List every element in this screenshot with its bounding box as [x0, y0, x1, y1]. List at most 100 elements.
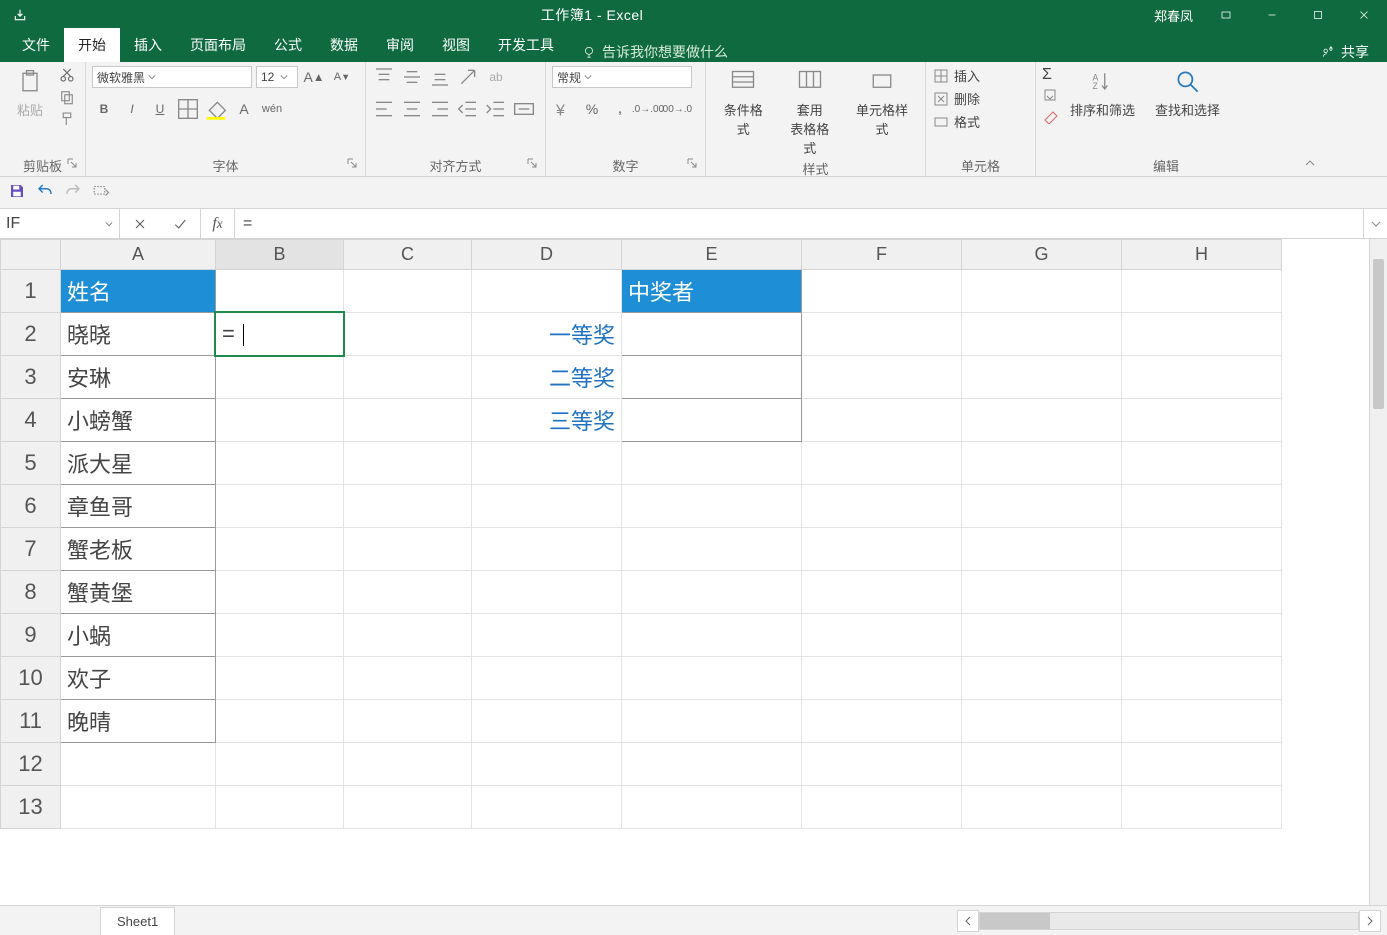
column-header[interactable]: E — [622, 240, 802, 270]
cell[interactable] — [962, 356, 1122, 399]
dialog-launcher-icon[interactable] — [347, 158, 357, 168]
copy-icon[interactable] — [58, 88, 76, 106]
cell[interactable] — [344, 356, 472, 399]
cell[interactable] — [216, 743, 344, 786]
name-box[interactable]: IF — [0, 209, 120, 238]
cell[interactable] — [802, 442, 962, 485]
row-header[interactable]: 7 — [1, 528, 61, 571]
accept-formula-icon[interactable] — [160, 216, 200, 232]
cell[interactable] — [962, 528, 1122, 571]
cut-icon[interactable] — [58, 66, 76, 84]
cell[interactable] — [344, 528, 472, 571]
cell[interactable]: 蟹黄堡 — [61, 571, 216, 614]
delete-cells-button[interactable]: 删除 — [932, 89, 980, 108]
cell[interactable] — [622, 356, 802, 399]
format-painter-icon[interactable] — [58, 110, 76, 128]
percent-icon[interactable]: % — [580, 98, 604, 120]
column-header[interactable]: H — [1122, 240, 1282, 270]
row-header[interactable]: 11 — [1, 700, 61, 743]
cell[interactable] — [1122, 399, 1282, 442]
cell[interactable] — [962, 270, 1122, 313]
accounting-icon[interactable]: ¥ — [552, 98, 576, 120]
cell[interactable] — [962, 614, 1122, 657]
row-header[interactable]: 3 — [1, 356, 61, 399]
cell[interactable]: 晓晓 — [61, 313, 216, 356]
cell[interactable] — [216, 485, 344, 528]
cell[interactable] — [1122, 528, 1282, 571]
find-select-button[interactable]: 查找和选择 — [1147, 66, 1228, 121]
cell[interactable] — [216, 700, 344, 743]
cell[interactable] — [962, 786, 1122, 829]
row-header[interactable]: 10 — [1, 657, 61, 700]
scrollbar-thumb[interactable] — [980, 913, 1050, 929]
formula-input[interactable]: = — [235, 209, 1363, 238]
cell[interactable] — [472, 657, 622, 700]
cell[interactable] — [216, 356, 344, 399]
align-left-icon[interactable] — [372, 98, 396, 120]
align-top-icon[interactable] — [372, 66, 396, 88]
cancel-formula-icon[interactable] — [120, 216, 160, 232]
tab-file[interactable]: 文件 — [8, 28, 64, 62]
increase-indent-icon[interactable] — [484, 98, 508, 120]
cell[interactable] — [344, 786, 472, 829]
cell[interactable] — [962, 399, 1122, 442]
cell[interactable]: 一等奖 — [472, 313, 622, 356]
cell[interactable] — [344, 571, 472, 614]
cell[interactable] — [1122, 786, 1282, 829]
share-button[interactable]: 共享 — [1321, 42, 1387, 62]
cell[interactable]: 派大星 — [61, 442, 216, 485]
align-right-icon[interactable] — [428, 98, 452, 120]
scrollbar-thumb[interactable] — [1373, 259, 1384, 409]
cell[interactable] — [1122, 571, 1282, 614]
tab-home[interactable]: 开始 — [64, 28, 120, 62]
tell-me[interactable]: 告诉我你想要做什么 — [568, 42, 728, 62]
cell[interactable] — [802, 485, 962, 528]
cell[interactable] — [1122, 442, 1282, 485]
redo-icon[interactable] — [64, 182, 82, 203]
tab-formulas[interactable]: 公式 — [260, 28, 316, 62]
increase-font-icon[interactable]: A▲ — [302, 66, 326, 88]
cell[interactable] — [962, 442, 1122, 485]
cell[interactable]: 晚晴 — [61, 700, 216, 743]
cell[interactable] — [622, 614, 802, 657]
cell[interactable] — [344, 399, 472, 442]
row-header[interactable]: 5 — [1, 442, 61, 485]
maximize-icon[interactable] — [1295, 0, 1341, 30]
decrease-indent-icon[interactable] — [456, 98, 480, 120]
insert-function-icon[interactable]: fx — [201, 209, 235, 238]
italic-button[interactable]: I — [120, 98, 144, 120]
save-icon[interactable] — [8, 182, 26, 203]
row-header[interactable]: 12 — [1, 743, 61, 786]
cell[interactable] — [344, 614, 472, 657]
cell[interactable] — [962, 313, 1122, 356]
cell[interactable] — [344, 700, 472, 743]
column-header[interactable]: C — [344, 240, 472, 270]
paste-button[interactable]: 粘贴 — [6, 66, 54, 121]
comma-icon[interactable]: , — [608, 98, 632, 120]
cell[interactable] — [802, 528, 962, 571]
tab-review[interactable]: 审阅 — [372, 28, 428, 62]
customize-qat-icon[interactable] — [92, 182, 110, 203]
align-center-icon[interactable] — [400, 98, 424, 120]
cell[interactable] — [802, 356, 962, 399]
scroll-left-icon[interactable] — [957, 910, 979, 932]
cell[interactable] — [344, 657, 472, 700]
insert-cells-button[interactable]: 插入 — [932, 66, 980, 85]
cell[interactable] — [472, 485, 622, 528]
cell[interactable] — [1122, 313, 1282, 356]
cell[interactable]: 章鱼哥 — [61, 485, 216, 528]
expand-formula-bar-icon[interactable] — [1363, 209, 1387, 238]
cell[interactable] — [622, 657, 802, 700]
increase-decimal-icon[interactable]: .0→.00 — [636, 98, 660, 120]
autosum-button[interactable]: Σ — [1042, 66, 1058, 84]
cell[interactable]: 欢子 — [61, 657, 216, 700]
wrap-text-icon[interactable]: ab — [484, 66, 508, 88]
cell[interactable] — [216, 571, 344, 614]
cell[interactable] — [622, 399, 802, 442]
cell[interactable] — [1122, 700, 1282, 743]
cell[interactable] — [1122, 485, 1282, 528]
fill-button[interactable] — [1042, 88, 1058, 104]
cell[interactable] — [472, 442, 622, 485]
cell[interactable]: 小螃蟹 — [61, 399, 216, 442]
underline-button[interactable]: U — [148, 98, 172, 120]
